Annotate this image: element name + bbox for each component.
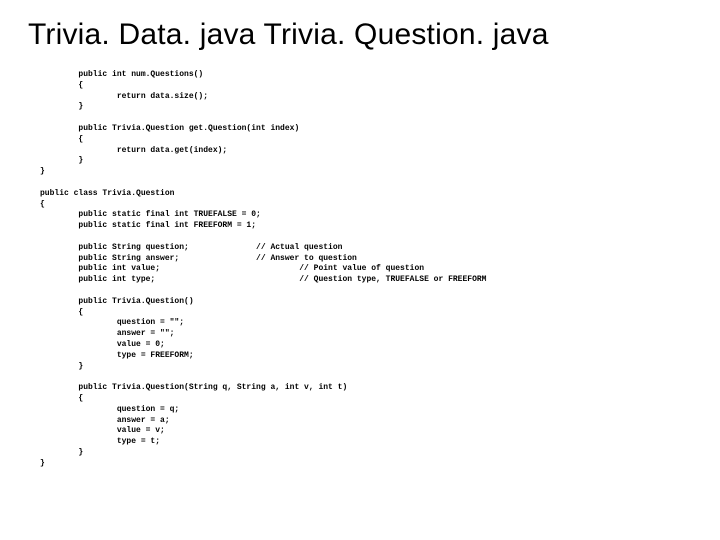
code-block: public int num.Questions() { return data… bbox=[28, 70, 692, 469]
slide: Trivia. Data. java Trivia. Question. jav… bbox=[0, 0, 720, 540]
page-title: Trivia. Data. java Trivia. Question. jav… bbox=[28, 18, 692, 52]
